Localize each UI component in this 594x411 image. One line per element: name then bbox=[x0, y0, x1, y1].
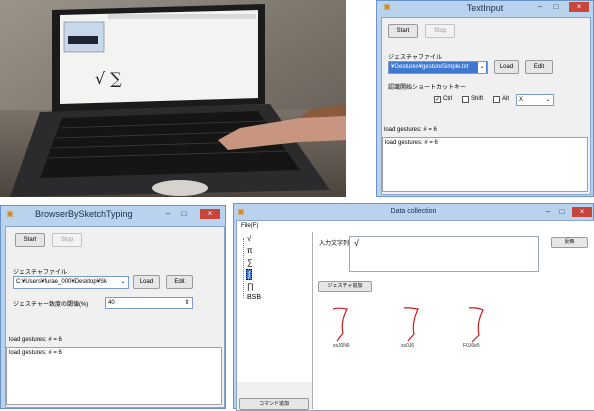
tree-item[interactable]: BSB bbox=[247, 294, 261, 301]
load-button[interactable]: Load bbox=[494, 60, 519, 74]
key-value: X bbox=[519, 97, 524, 103]
minimize-button[interactable]: – bbox=[533, 2, 547, 12]
shift-label: Shift bbox=[471, 96, 484, 102]
tree-item[interactable]: ∏ bbox=[247, 282, 254, 291]
client-area: File(F) √ π ∑ ∫ ∏ BSB コマンド追加 入力文字列 √ 反映 … bbox=[236, 220, 594, 411]
tree-list[interactable]: √ π ∑ ∫ ∏ BSB bbox=[237, 232, 312, 382]
client-area: Start Stop ジェスチャファイル C:¥Users¥furae_000¥… bbox=[5, 226, 225, 408]
alt-label: Alt bbox=[502, 96, 510, 102]
stop-button[interactable]: Stop bbox=[425, 24, 455, 38]
log-area[interactable]: load gestures: # = 6 bbox=[382, 137, 588, 192]
window-title: Data collection bbox=[390, 208, 437, 215]
app-icon: ▣ bbox=[6, 209, 14, 218]
client-area: Start Stop ジェスチャファイル ¥Gestures¥gestureSi… bbox=[381, 17, 591, 195]
app-icon: ▣ bbox=[237, 207, 245, 216]
gesture-file-label: ジェスチャファイル bbox=[13, 270, 67, 276]
edit-button[interactable]: Edit bbox=[166, 275, 193, 289]
tree-line bbox=[243, 238, 244, 298]
gesture-sample-label: ssJ0N6 bbox=[333, 343, 350, 349]
apply-button[interactable]: 反映 bbox=[551, 237, 588, 248]
stop-button[interactable]: Stop bbox=[52, 233, 82, 247]
close-button[interactable]: × bbox=[200, 209, 220, 219]
log-line: load gestures: # = 6 bbox=[9, 350, 62, 356]
minimize-button[interactable]: – bbox=[542, 207, 554, 217]
input-string-field[interactable]: √ bbox=[349, 236, 539, 272]
add-command-button[interactable]: コマンド追加 bbox=[239, 398, 309, 410]
start-button[interactable]: Start bbox=[15, 233, 45, 247]
gesture-sample-label: ss0J6 bbox=[401, 343, 415, 349]
tree-item[interactable]: ∑ bbox=[247, 258, 253, 267]
maximize-button[interactable]: □ bbox=[556, 207, 568, 217]
status-text: load gestures: # = 6 bbox=[384, 127, 437, 133]
svg-text:√ ∑: √ ∑ bbox=[95, 69, 122, 88]
threshold-label: ジェスチャー致度の閾値(%) bbox=[13, 302, 89, 308]
log-line: load gestures: # = 6 bbox=[385, 140, 438, 146]
gesture-stroke-2[interactable] bbox=[401, 305, 425, 345]
tree-panel: √ π ∑ ∫ ∏ BSB コマンド追加 bbox=[237, 232, 313, 410]
tree-item[interactable]: π bbox=[247, 246, 253, 255]
chevron-down-icon[interactable]: ⌄ bbox=[119, 277, 127, 288]
input-string-value: √ bbox=[354, 238, 359, 248]
chevron-down-icon[interactable]: ⌄ bbox=[544, 95, 552, 105]
gesture-file-value: C:¥Users¥furae_000¥Desktop¥Sk bbox=[16, 279, 108, 285]
tree-item-selected[interactable]: ∫ bbox=[246, 269, 253, 280]
window-title: BrowserBySketchTyping bbox=[35, 209, 133, 219]
chevron-down-icon[interactable]: ⌄ bbox=[478, 62, 486, 73]
gesture-file-value: ¥Gestures¥gestureSimple.txt bbox=[391, 64, 469, 70]
start-button[interactable]: Start bbox=[388, 24, 418, 38]
maximize-button[interactable]: □ bbox=[177, 209, 191, 219]
threshold-spinner[interactable]: 40 ⇕ bbox=[105, 297, 193, 309]
gesture-file-combo[interactable]: C:¥Users¥furae_000¥Desktop¥Sk ⌄ bbox=[13, 276, 129, 289]
shift-checkbox[interactable] bbox=[462, 96, 469, 103]
gesture-stroke-3[interactable] bbox=[465, 305, 489, 345]
threshold-value: 40 bbox=[108, 300, 115, 306]
spinner-arrows-icon[interactable]: ⇕ bbox=[183, 298, 191, 308]
alt-checkbox[interactable] bbox=[493, 96, 500, 103]
gesture-file-label: ジェスチャファイル bbox=[388, 55, 442, 61]
ctrl-checkbox[interactable]: ✓ bbox=[434, 96, 441, 103]
data-collection-window: Data collection ▣ – □ × File(F) √ π ∑ ∫ … bbox=[233, 203, 594, 411]
status-text: load gestures: # = 6 bbox=[9, 337, 62, 343]
textinput-window: TextInput ▣ – □ × Start Stop ジェスチャファイル ¥… bbox=[376, 0, 594, 197]
load-button[interactable]: Load bbox=[133, 275, 160, 289]
maximize-button[interactable]: □ bbox=[549, 2, 563, 12]
gesture-file-combo[interactable]: ¥Gestures¥gestureSimple.txt ⌄ bbox=[388, 61, 488, 74]
input-string-label: 入力文字列 bbox=[319, 241, 350, 247]
ctrl-label: Ctrl bbox=[443, 96, 453, 102]
gesture-samples-panel: ssJ0N6 ss0J6 F0J6e5 bbox=[317, 295, 593, 409]
shortcut-label: 認識開始ショートカットキー bbox=[388, 85, 467, 91]
gesture-stroke-1[interactable] bbox=[331, 305, 355, 345]
close-button[interactable]: × bbox=[572, 207, 592, 217]
close-button[interactable]: × bbox=[569, 2, 589, 12]
demo-photo: √ ∑ bbox=[0, 0, 346, 197]
tree-item[interactable]: √ bbox=[247, 234, 251, 243]
key-combo[interactable]: X ⌄ bbox=[516, 94, 554, 106]
browser-window: BrowserBySketchTyping ▣ – □ × Start Stop… bbox=[0, 205, 226, 409]
log-area[interactable]: load gestures: # = 6 bbox=[6, 347, 222, 405]
edit-button[interactable]: Edit bbox=[525, 60, 553, 74]
menu-file[interactable]: File(F) bbox=[241, 223, 258, 229]
gesture-sample-label: F0J6e5 bbox=[463, 343, 480, 349]
laptop-photo: √ ∑ bbox=[0, 0, 346, 197]
add-gesture-button[interactable]: ジェスチャ追加 bbox=[318, 281, 372, 292]
app-icon: ▣ bbox=[383, 2, 391, 11]
minimize-button[interactable]: – bbox=[161, 209, 175, 219]
